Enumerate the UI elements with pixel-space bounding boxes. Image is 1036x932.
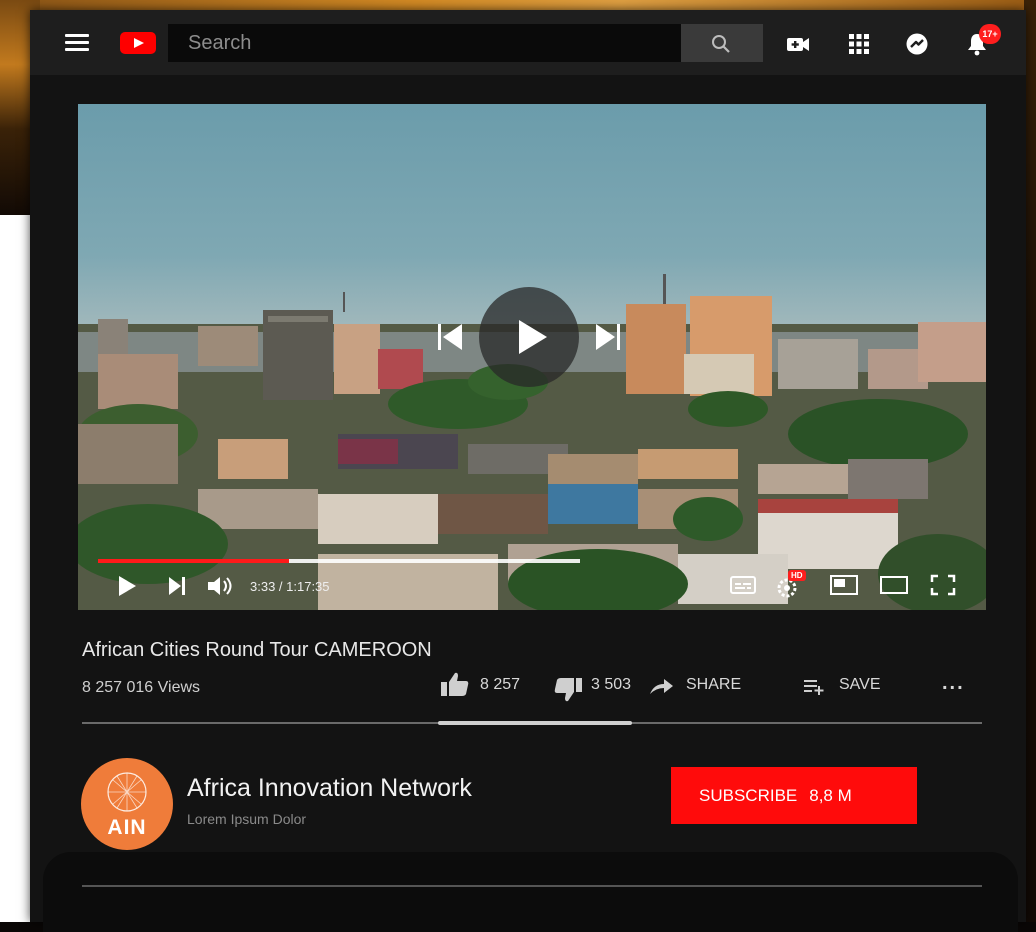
view-count: 8 257 016 Views [82,679,201,696]
theater-mode-icon[interactable] [880,574,908,596]
share-label: SHARE [686,676,742,693]
subscriber-count: 8,8 M [809,785,852,805]
top-bar: 17+ [30,10,1026,75]
notification-badge: 17+ [979,24,1001,44]
search-icon [712,35,730,53]
subtitles-icon[interactable] [730,574,756,596]
progress-bar[interactable] [98,559,580,563]
like-count: 8 257 [480,676,521,693]
time-display: 3:33 / 1:17:35 [250,579,330,594]
avatar-text: AIN [107,816,147,839]
scroll-indicator [438,721,632,725]
globe-network-icon [107,772,147,812]
subscribe-label: SUBSCRIBE [699,785,798,805]
hd-badge: HD [788,570,806,581]
search-input[interactable] [168,24,681,62]
create-video-icon[interactable] [786,32,810,56]
miniplayer-icon[interactable] [830,574,858,596]
thumbs-up-icon [441,672,469,696]
search-button[interactable] [681,24,763,62]
progress-bar-played [98,559,289,563]
playlist-add-icon [804,680,824,695]
apps-grid-icon[interactable] [847,32,871,56]
save-label: SAVE [839,676,881,693]
player-controls: 3:33 / 1:17:35 HD [78,570,986,602]
volume-icon[interactable] [206,574,240,598]
app-window: 17+ [30,10,1026,932]
fullscreen-icon[interactable] [930,574,956,596]
bottom-divider [82,885,982,887]
skip-next-icon[interactable] [166,574,188,598]
play-icon[interactable] [116,574,138,598]
more-options-button[interactable]: ... [942,672,965,695]
channel-subtitle: Lorem Ipsum Dolor [187,811,307,827]
menu-icon[interactable] [65,34,89,52]
previous-overlay-icon[interactable] [438,322,464,352]
messages-icon[interactable] [905,32,929,56]
comments-panel [43,852,1018,932]
subscribe-button[interactable]: SUBSCRIBE 8,8 M [671,767,917,824]
dislike-count: 3 503 [591,676,632,693]
youtube-logo-icon[interactable] [120,32,156,54]
next-overlay-icon[interactable] [594,322,620,352]
backdrop-white [0,215,30,922]
video-player[interactable]: 3:33 / 1:17:35 HD [78,104,986,610]
thumbs-down-icon [554,678,582,702]
play-overlay-button[interactable] [479,287,579,387]
channel-name[interactable]: Africa Innovation Network [187,774,472,803]
share-arrow-icon [650,679,673,694]
video-title: African Cities Round Tour CAMEROON [82,639,432,661]
channel-avatar[interactable]: AIN [81,758,173,850]
